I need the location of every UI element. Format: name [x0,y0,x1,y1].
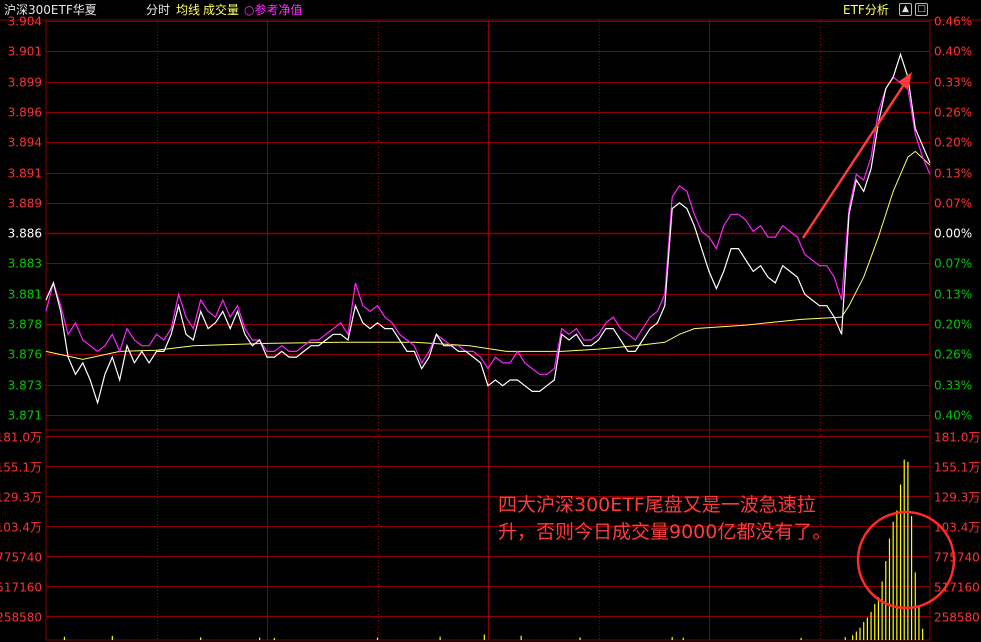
percent-tick: 0.26% [934,106,972,120]
grid-lines [0,19,981,641]
volume-tick-left: 103.4万 [0,521,42,535]
percent-tick: 0.33% [934,379,972,393]
volume-tick-right: 129.3万 [934,491,980,505]
price-tick: 3.883 [8,257,42,271]
trend-arrow [801,72,912,239]
percent-tick: 0.40% [934,409,972,423]
volume-tick-left: 775740 [0,551,42,565]
price-tick: 3.899 [8,76,42,90]
price-tick: 3.889 [8,197,42,211]
annotation-line-1: 四大沪深300ETF尾盘又是一波急速拉 [498,494,816,516]
volume-tick-left: 155.1万 [0,461,42,475]
annotation-line-2: 升，否则今日成交量9000亿都没有了。 [498,521,832,543]
volume-tick-right: 775740 [934,551,980,565]
percent-tick: 0.20% [934,136,972,150]
volume-tick-right: 155.1万 [934,461,980,475]
percent-tick: 0.26% [934,348,972,362]
price-tick: 3.901 [8,45,42,59]
percent-tick: 0.07% [934,197,972,211]
price-axis: 3.904 3.901 3.899 3.896 3.894 3.891 3.889 3.886… [8,15,42,423]
percent-tick: 0.07% [934,257,972,271]
price-tick: 3.891 [8,167,42,181]
price-tick: 3.876 [8,348,42,362]
price-tick: 3.886 [8,227,42,241]
percent-axis: 0.46% 0.40% 0.33% 0.26% 0.20% 0.13% 0.07% 0.00%… [934,15,972,423]
percent-tick: 0.46% [934,15,972,29]
price-tick: 3.881 [8,288,42,302]
annotation-text: 四大沪深300ETF尾盘又是一波急速拉 升，否则今日成交量9000亿都没有了。 [498,492,878,546]
price-tick: 3.871 [8,409,42,423]
percent-tick: 0.00% [934,227,972,241]
price-tick: 3.878 [8,318,42,332]
volume-tick-right: 258580 [934,611,980,625]
volume-tick-right: 181.0万 [934,431,980,445]
volume-tick-left: 258580 [0,611,42,625]
price-tick: 3.894 [8,136,42,150]
price-tick: 3.873 [8,379,42,393]
percent-tick: 0.13% [934,288,972,302]
percent-tick: 0.33% [934,76,972,90]
price-tick: 3.904 [8,15,42,29]
volume-tick-left: 129.3万 [0,491,42,505]
percent-tick: 0.40% [934,45,972,59]
volume-tick-left: 517160 [0,581,42,595]
percent-tick: 0.20% [934,318,972,332]
volume-bars [63,459,924,640]
percent-tick: 0.13% [934,167,972,181]
volume-tick-left: 181.0万 [0,431,42,445]
price-tick: 3.896 [8,106,42,120]
